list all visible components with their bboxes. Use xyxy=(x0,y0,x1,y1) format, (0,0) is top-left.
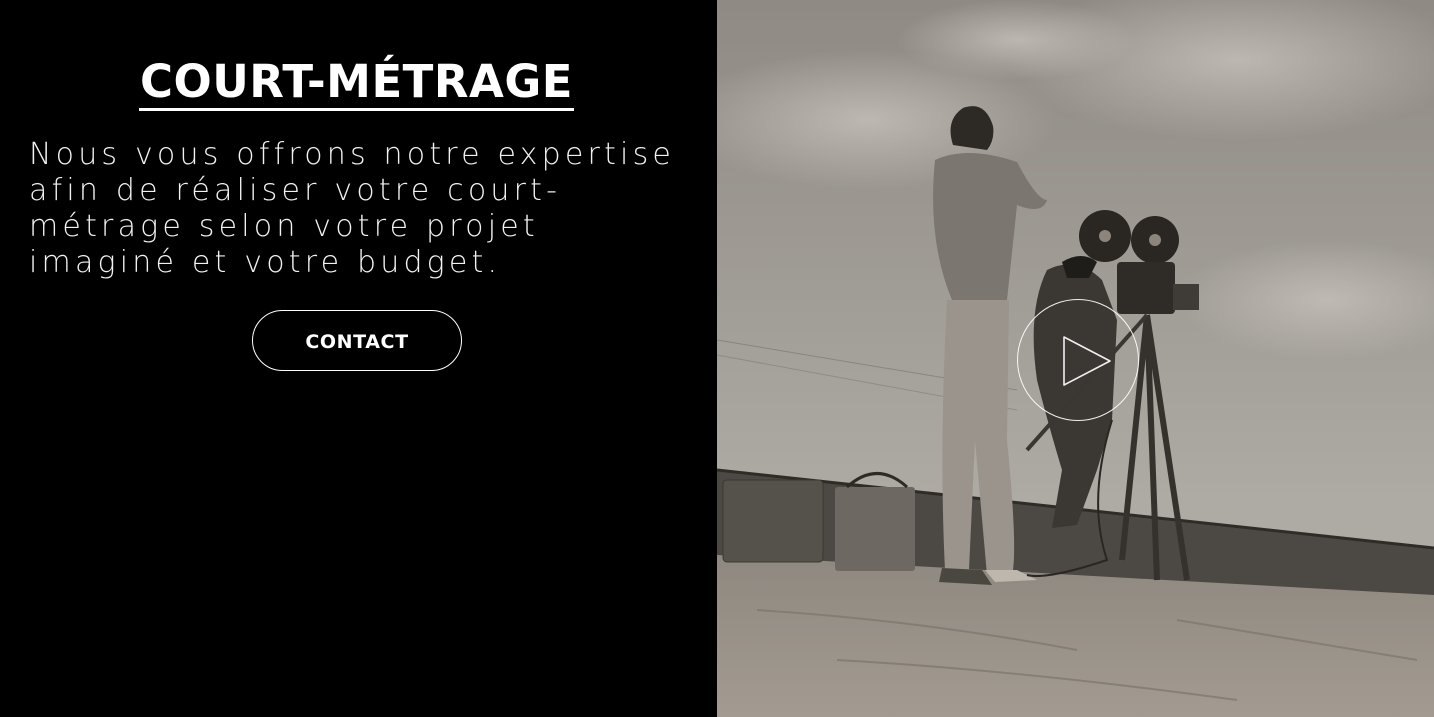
description-line: métrage selon votre projet xyxy=(29,209,539,244)
description-line: Nous vous offrons notre expertise xyxy=(29,137,676,172)
text-panel: COURT-MÉTRAGE Nous vous offrons notre ex… xyxy=(0,0,717,717)
page-title-text: COURT-MÉTRAGE xyxy=(138,56,575,111)
page-title: COURT-MÉTRAGE xyxy=(0,52,713,112)
contact-button-label: CONTACT xyxy=(305,331,409,353)
description-line: afin de réaliser votre court- xyxy=(29,173,562,208)
play-button[interactable] xyxy=(1017,299,1139,421)
description: Nous vous offrons notre expertise afin d… xyxy=(29,137,689,281)
description-line: imaginé et votre budget. xyxy=(29,245,502,280)
media-panel xyxy=(717,0,1434,717)
contact-button[interactable]: CONTACT xyxy=(252,310,462,371)
page: COURT-MÉTRAGE Nous vous offrons notre ex… xyxy=(0,0,1434,717)
play-icon xyxy=(1063,336,1111,386)
